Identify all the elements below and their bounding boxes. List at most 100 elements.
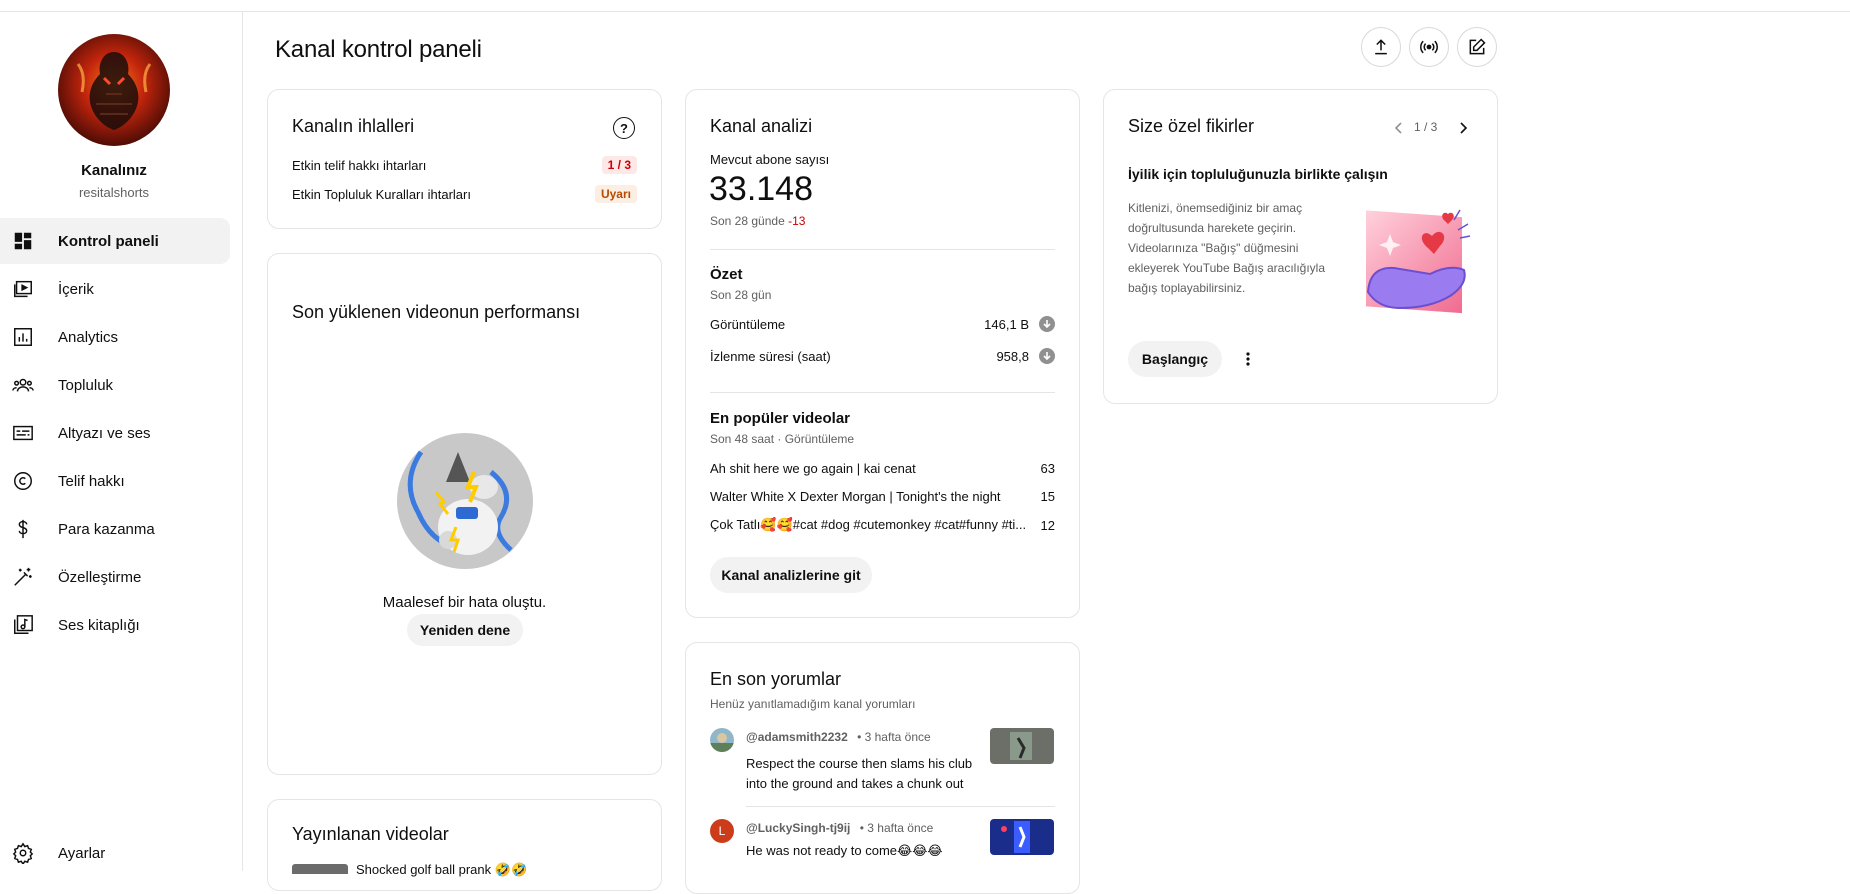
top-video-row[interactable]: Ah shit here we go again | kai cenat 63 xyxy=(710,461,1055,476)
video-thumbnail[interactable] xyxy=(292,864,348,874)
arrow-down-icon xyxy=(1039,348,1055,364)
donation-illustration xyxy=(1360,204,1472,314)
comment-video-thumbnail[interactable] xyxy=(990,819,1054,855)
audio-library-icon xyxy=(11,613,35,637)
sidebar-item-label: Ayarlar xyxy=(58,844,106,862)
comment-time: • 3 hafta önce xyxy=(859,821,934,835)
help-icon[interactable]: ? xyxy=(613,117,635,139)
customization-icon xyxy=(11,565,35,589)
analytics-icon xyxy=(11,325,35,349)
top-video-views: 12 xyxy=(1040,517,1055,533)
comment-text: He was not ready to come😂😂😂 xyxy=(746,843,943,858)
pager: 1 / 3 xyxy=(1414,120,1438,134)
monetization-icon xyxy=(11,517,35,541)
channel-analytics-card: Kanal analizi Mevcut abone sayısı 33.148… xyxy=(685,89,1080,618)
sidebar-item-customization[interactable]: Özelleştirme xyxy=(0,554,230,600)
more-options-button[interactable] xyxy=(1238,349,1258,369)
create-post-icon xyxy=(1467,37,1487,57)
subscriber-change: Son 28 günde -13 xyxy=(710,214,805,228)
next-button[interactable] xyxy=(1454,119,1472,137)
sidebar-item-settings[interactable]: Ayarlar xyxy=(0,835,230,871)
sidebar-item-analytics[interactable]: Analytics xyxy=(0,314,230,360)
video-title[interactable]: Shocked golf ball prank 🤣🤣 xyxy=(356,862,527,878)
community-icon xyxy=(11,373,35,397)
dashboard-icon xyxy=(11,229,35,253)
gear-icon xyxy=(11,841,35,865)
idea-body: Kitlenizi, önemsediğiniz bir amaç doğrul… xyxy=(1128,201,1326,295)
strike-count-badge: 1 / 3 xyxy=(601,156,637,174)
metric-value: 146,1 B xyxy=(984,316,1029,332)
violation-row-copyright[interactable]: Etkin telif hakkı ihtarları 1 / 3 xyxy=(292,156,637,174)
upload-icon xyxy=(1371,37,1391,57)
subscriber-count: 33.148 xyxy=(709,170,813,208)
summary-period: Son 28 gün xyxy=(710,288,772,302)
top-video-row[interactable]: Walter White X Dexter Morgan | Tonight's… xyxy=(710,489,1055,504)
sidebar-item-label: Topluluk xyxy=(58,376,114,394)
top-video-row[interactable]: Çok Tatlı🥰🥰#cat #dog #cutemonkey #cat#fu… xyxy=(710,517,1055,533)
sidebar-item-copyright[interactable]: Telif hakkı xyxy=(0,458,230,504)
sidebar-item-dashboard[interactable]: Kontrol paneli xyxy=(0,218,230,264)
avatar[interactable] xyxy=(710,728,734,752)
error-illustration xyxy=(396,432,534,570)
arrow-down-icon xyxy=(1039,316,1055,332)
sidebar-item-label: Telif hakkı xyxy=(58,472,125,490)
comment-time: • 3 hafta önce xyxy=(857,730,931,744)
violations-card: Kanalın ihlalleri ? Etkin telif hakkı ih… xyxy=(267,89,662,229)
top-bar xyxy=(0,0,1850,12)
get-started-button[interactable]: Başlangıç xyxy=(1128,341,1222,377)
top-video-title: Walter White X Dexter Morgan | Tonight's… xyxy=(710,489,1001,504)
comments-subtitle: Henüz yanıtlamadığım kanal yorumları xyxy=(710,697,916,711)
top-videos-title: En popüler videolar xyxy=(710,410,851,427)
sidebar-item-subtitles[interactable]: Altyazı ve ses xyxy=(0,410,230,456)
top-videos-period: Son 48 saat · Görüntüleme xyxy=(710,432,855,446)
sidebar-item-monetization[interactable]: Para kazanma xyxy=(0,506,230,552)
top-video-title: Ah shit here we go again | kai cenat xyxy=(710,461,916,476)
sidebar-item-audio-library[interactable]: Ses kitaplığı xyxy=(0,602,230,648)
published-videos-card: Yayınlanan videolar Shocked golf ball pr… xyxy=(267,799,662,891)
top-video-title: Çok Tatlı🥰🥰#cat #dog #cutemonkey #cat#fu… xyxy=(710,517,1027,532)
go-live-button[interactable] xyxy=(1409,27,1449,67)
channel-handle: resitalshorts xyxy=(78,185,150,200)
sidebar-item-label: Analytics xyxy=(58,328,119,346)
top-video-views: 63 xyxy=(1040,461,1055,476)
divider xyxy=(746,806,1055,807)
violation-label: Etkin telif hakkı ihtarları xyxy=(292,157,427,173)
go-to-analytics-button[interactable]: Kanal analizlerine git xyxy=(710,557,872,593)
copyright-icon xyxy=(11,469,35,493)
warning-badge: Uyarı xyxy=(594,185,637,203)
content-icon xyxy=(11,277,35,301)
comment-author[interactable]: @LuckySingh-tj9ij xyxy=(746,821,850,835)
latest-video-card: Son yüklenen videonun performansı Maales… xyxy=(267,253,662,775)
create-post-button[interactable] xyxy=(1457,27,1497,67)
chevron-right-icon xyxy=(1456,121,1470,135)
comment-meta: @LuckySingh-tj9ij • 3 hafta önce xyxy=(746,821,933,835)
top-video-views: 15 xyxy=(1040,489,1055,504)
latest-comments-card: En son yorumlar Henüz yanıtlamadığım kan… xyxy=(685,642,1080,894)
sidebar-item-community[interactable]: Topluluk xyxy=(0,362,230,408)
latest-video-title: Son yüklenen videonun performansı xyxy=(292,302,581,322)
avatar[interactable]: L xyxy=(710,819,734,843)
sidebar-item-label: Kontrol paneli xyxy=(58,232,159,250)
comment-text-line: Respect the course then slams his club xyxy=(746,756,973,771)
error-message: Maalesef bir hata oluştu. xyxy=(382,594,547,611)
comment-meta: @adamsmith2232 • 3 hafta önce xyxy=(746,730,931,744)
previous-button[interactable] xyxy=(1390,119,1408,137)
metric-row-watch-time[interactable]: İzlenme süresi (saat) 958,8 xyxy=(710,348,1055,364)
sidebar-item-label: Ses kitaplığı xyxy=(58,616,140,634)
comment-author[interactable]: @adamsmith2232 xyxy=(746,730,848,744)
metric-label: İzlenme süresi (saat) xyxy=(710,348,831,364)
sidebar-item-content[interactable]: İçerik xyxy=(0,266,230,312)
channel-avatar[interactable] xyxy=(58,34,170,146)
comment-video-thumbnail[interactable] xyxy=(990,728,1054,764)
metric-label: Görüntüleme xyxy=(710,316,786,332)
metric-row-views[interactable]: Görüntüleme 146,1 B xyxy=(710,316,1055,332)
retry-button[interactable]: Yeniden dene xyxy=(407,614,523,646)
more-vert-icon xyxy=(1246,352,1250,366)
upload-button[interactable] xyxy=(1361,27,1401,67)
violation-row-community[interactable]: Etkin Topluluk Kuralları ihtarları Uyarı xyxy=(292,185,637,203)
idea-headline: İyilik için topluluğunuzla birlikte çalı… xyxy=(1128,166,1388,182)
analytics-title: Kanal analizi xyxy=(710,116,813,136)
live-icon xyxy=(1419,37,1439,57)
channel-title: Kanalınız xyxy=(81,162,147,179)
sidebar: Kanalınız resitalshorts Kontrol paneli İ… xyxy=(0,12,243,871)
